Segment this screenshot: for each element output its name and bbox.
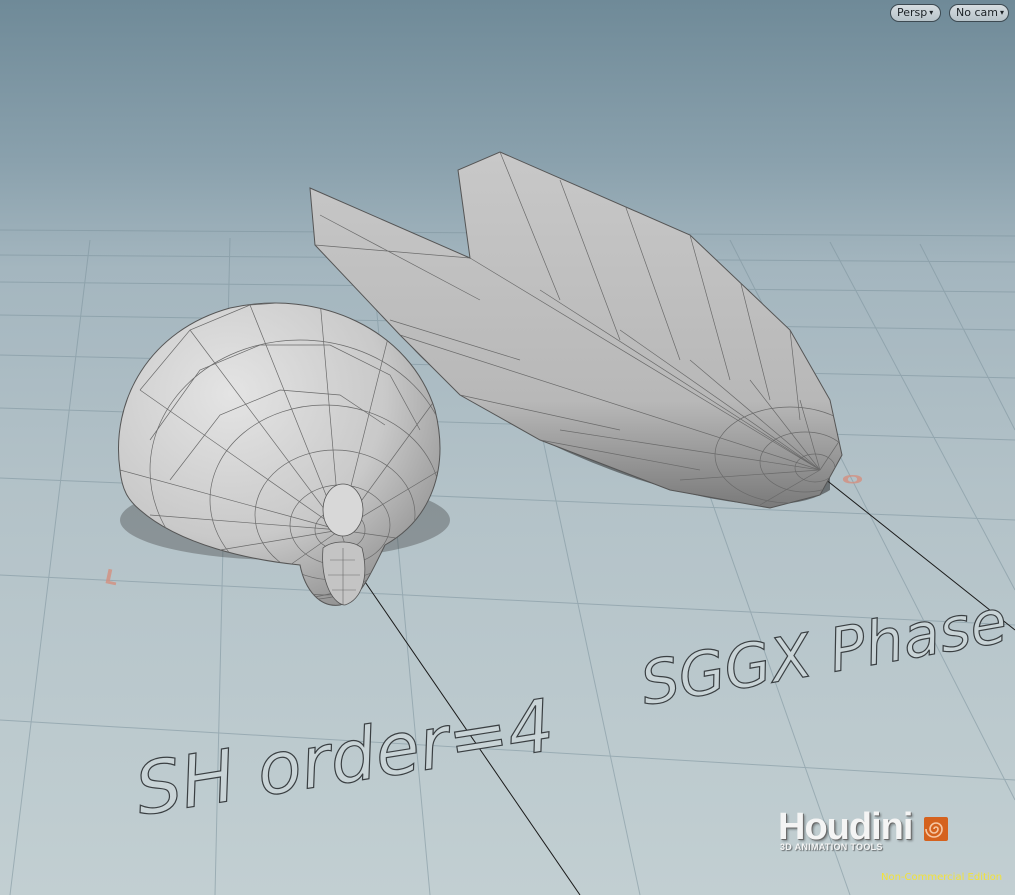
axis-marker-l: L	[103, 564, 121, 590]
houdini-swirl-icon	[924, 817, 948, 841]
label-sh-order: SH order=4	[130, 683, 560, 832]
houdini-logo-subtitle: 3D ANIMATION TOOLS	[780, 842, 883, 852]
label-sggx-phase: SGGX Phase	[635, 587, 1012, 720]
3d-viewport[interactable]: L O SH order=4 SGGX Phase	[0, 0, 1015, 895]
camera-menu-label: Persp	[897, 6, 928, 19]
camera-select-button[interactable]: No cam ▾	[949, 4, 1009, 22]
chevron-down-icon: ▾	[999, 8, 1004, 17]
camera-select-label: No cam	[956, 6, 998, 19]
camera-menu-button[interactable]: Persp ▾	[890, 4, 941, 22]
chevron-down-icon: ▾	[929, 8, 934, 17]
edition-label: Non-Commercial Edition	[881, 872, 1003, 883]
axis-marker-o: O	[842, 473, 864, 486]
